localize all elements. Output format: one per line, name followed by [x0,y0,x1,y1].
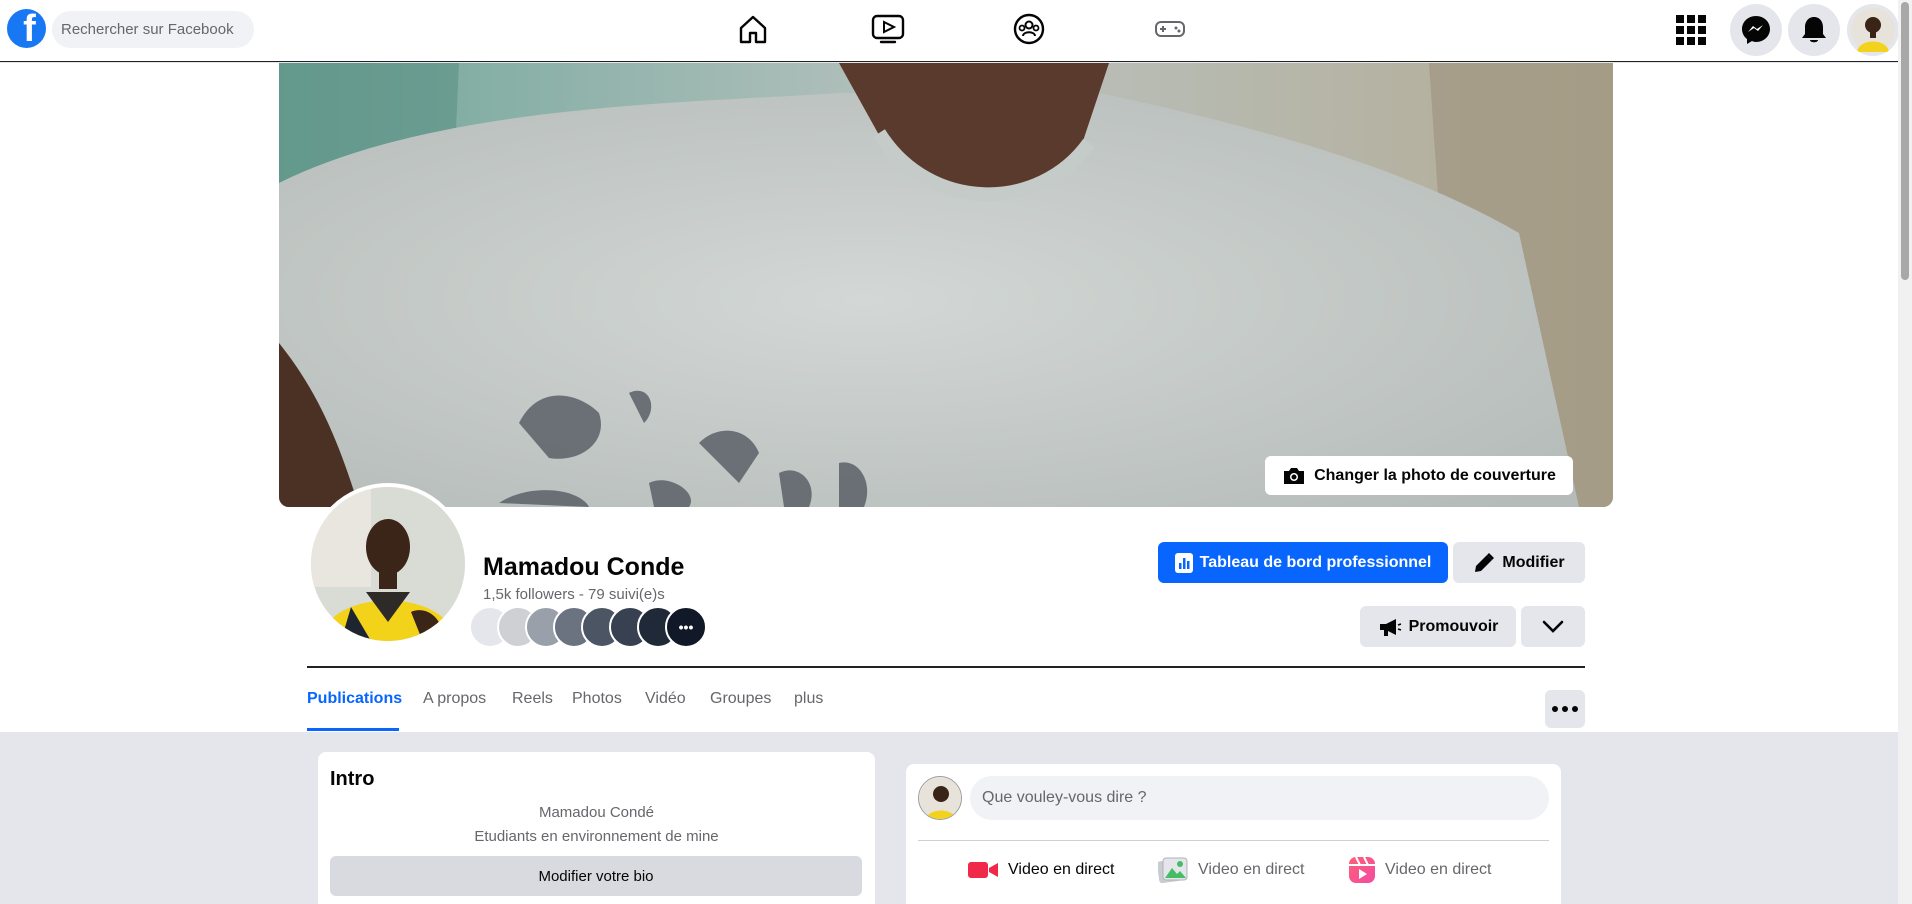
reel-label: Video en direct [1385,861,1492,878]
more-followers-button[interactable]: ••• [665,606,707,648]
tabs-more-options-button[interactable] [1545,690,1585,728]
more-actions-button[interactable] [1521,606,1585,647]
post-composer: Que vouley-vous dire ? Video en direct V… [906,764,1561,904]
photo-video-label: Video en direct [1198,861,1305,878]
messenger-icon[interactable] [1730,4,1782,56]
tab-photos[interactable]: Photos [572,690,622,708]
profile-picture[interactable] [307,483,469,645]
photo-video-button[interactable]: Video en direct [1158,850,1304,890]
home-icon[interactable] [736,12,770,46]
search-input[interactable]: Rechercher sur Facebook [52,11,254,48]
intro-card: Intro Mamadou Condé Etudiants en environ… [318,752,875,904]
edit-profile-button[interactable]: Modifier [1453,542,1585,583]
composer-divider [918,840,1549,841]
gaming-icon[interactable] [1153,12,1187,46]
edit-bio-button[interactable]: Modifier votre bio [330,856,862,896]
menu-grid-icon[interactable] [1665,4,1717,56]
intro-name: Mamadou Condé [538,804,655,821]
facebook-logo[interactable]: f [7,9,46,48]
tab-publications[interactable]: Publications [307,690,402,708]
intro-bio: Etudiants en environnement de mine [474,828,719,845]
cover-photo[interactable] [279,63,1613,507]
ellipsis-icon [1552,706,1578,712]
composer-avatar[interactable] [918,776,962,820]
scrollbar-thumb[interactable] [1901,2,1909,280]
active-tab-indicator [307,728,399,731]
dashboard-label: Tableau de bord professionnel [1199,553,1432,571]
camera-icon [1284,467,1305,484]
intro-title: Intro [330,768,375,790]
page-scrollbar[interactable] [1898,0,1912,904]
notifications-icon[interactable] [1788,4,1840,56]
top-navigation-bar: f Rechercher sur Facebook [0,0,1899,62]
promote-button[interactable]: Promouvoir [1360,606,1516,647]
groups-icon[interactable] [1012,12,1046,46]
live-video-button[interactable]: Video en direct [968,850,1114,890]
dashboard-icon [1174,552,1193,573]
reel-icon [1349,857,1375,883]
tab-groups[interactable]: Groupes [710,690,771,708]
tab-reels[interactable]: Reels [512,690,553,708]
tab-more[interactable]: plus [794,690,823,708]
promote-label: Promouvoir [1408,617,1499,635]
professional-dashboard-button[interactable]: Tableau de bord professionnel [1158,542,1448,583]
chevron-down-icon [1542,620,1564,633]
tab-about[interactable]: A propos [423,690,486,708]
watch-icon[interactable] [871,12,905,46]
header-divider [307,666,1585,668]
pencil-icon [1475,552,1495,572]
account-avatar[interactable] [1847,4,1899,56]
tab-videos[interactable]: Vidéo [645,690,686,708]
live-video-label: Video en direct [1008,861,1115,878]
change-cover-button[interactable]: Changer la photo de couverture [1265,456,1573,495]
edit-label: Modifier [1502,553,1565,571]
reel-button[interactable]: Video en direct [1349,850,1491,890]
change-cover-label: Changer la photo de couverture [1314,466,1556,484]
photo-video-icon [1158,857,1188,884]
megaphone-icon [1379,618,1401,636]
follower-stats[interactable]: 1,5k followers - 79 suivi(e)s [483,586,665,603]
profile-name: Mamadou Conde [483,553,685,581]
composer-input[interactable]: Que vouley-vous dire ? [970,776,1549,820]
live-video-icon [968,862,998,878]
